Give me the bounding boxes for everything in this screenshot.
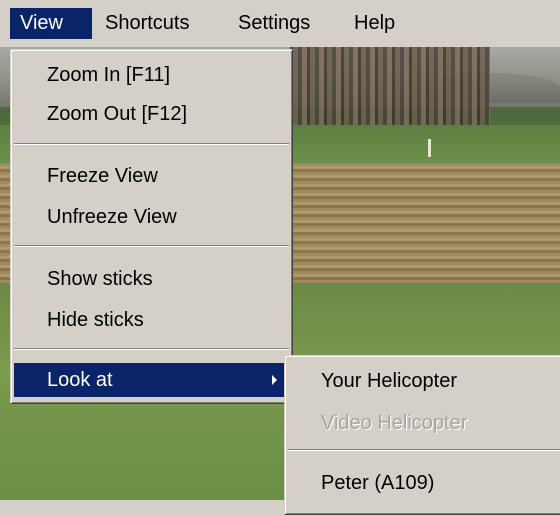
menu-separator xyxy=(14,143,289,145)
menu-item-unfreeze-view[interactable]: Unfreeze View xyxy=(14,200,289,234)
menu-item-zoom-out[interactable]: Zoom Out [F12] xyxy=(14,97,289,131)
menu-item-your-helicopter[interactable]: Your Helicopter xyxy=(288,364,560,398)
tree-line xyxy=(290,47,490,131)
menu-shortcuts[interactable]: Shortcuts xyxy=(95,8,199,39)
look-at-submenu: Your Helicopter Video Helicopter Peter (… xyxy=(284,355,560,515)
menu-separator xyxy=(14,245,289,247)
menu-item-hide-sticks[interactable]: Hide sticks xyxy=(14,303,289,337)
menu-item-freeze-view[interactable]: Freeze View xyxy=(14,159,289,193)
view-dropdown-menu: Zoom In [F11] Zoom Out [F12] Freeze View… xyxy=(10,49,293,404)
menu-help[interactable]: Help xyxy=(344,8,405,39)
menu-item-video-helicopter: Video Helicopter xyxy=(321,412,468,434)
menu-separator xyxy=(14,348,289,350)
menu-item-look-at-label: Look at xyxy=(47,369,113,391)
menu-item-peter-a109[interactable]: Peter (A109) xyxy=(288,466,560,500)
menu-separator xyxy=(288,449,560,451)
menu-settings[interactable]: Settings xyxy=(228,8,320,39)
menu-item-zoom-in[interactable]: Zoom In [F11] xyxy=(14,58,289,92)
menu-item-look-at[interactable]: Look at xyxy=(14,363,289,397)
menu-bar: View Shortcuts Settings Help xyxy=(0,0,560,47)
field-marker-post xyxy=(428,139,431,157)
menu-view[interactable]: View xyxy=(10,8,92,39)
menu-item-show-sticks[interactable]: Show sticks xyxy=(14,262,289,296)
submenu-arrow-icon xyxy=(272,375,277,385)
